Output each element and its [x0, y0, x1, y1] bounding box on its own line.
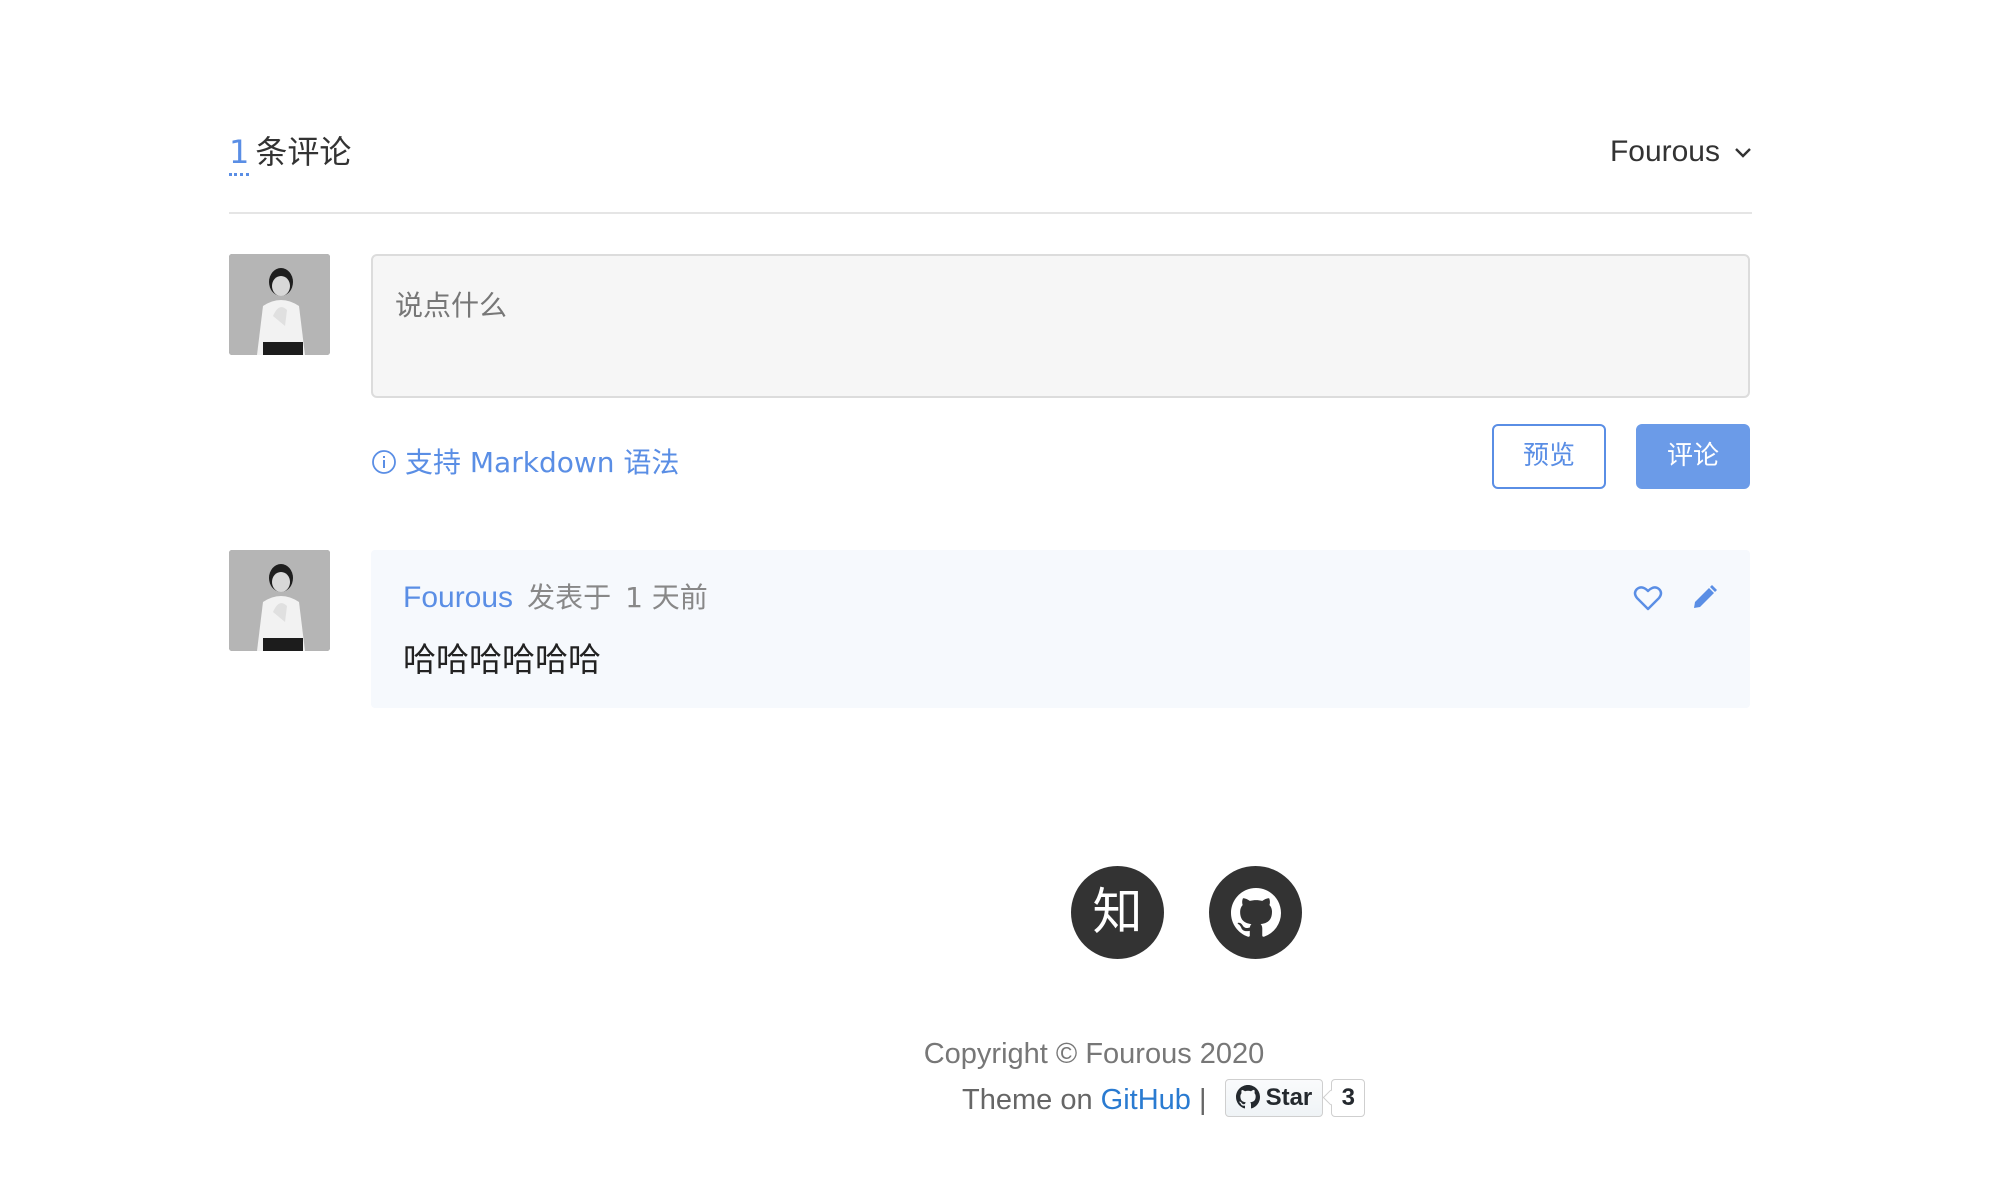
like-button[interactable] — [1633, 584, 1663, 616]
comment-textarea[interactable] — [373, 256, 1748, 396]
github-icon — [1235, 1085, 1260, 1109]
avatar-image — [229, 254, 330, 355]
submit-comment-button[interactable]: 评论 — [1636, 424, 1750, 489]
github-star-count[interactable]: 3 — [1331, 1079, 1366, 1118]
heart-icon — [1633, 586, 1663, 611]
footer-copyright: Copyright © Fourous 2020 — [923, 1038, 1265, 1070]
comment-item: Fourous 发表于 1 天前 哈哈哈哈哈哈 — [371, 550, 1750, 708]
theme-github-link[interactable]: GitHub — [1101, 1084, 1191, 1116]
edit-button[interactable] — [1690, 584, 1718, 616]
github-link[interactable] — [1209, 866, 1302, 959]
comment-count: 1 条评论 — [229, 128, 351, 176]
theme-prefix: Theme on — [962, 1084, 1093, 1116]
comment-time: 1 天前 — [625, 581, 708, 614]
zhihu-link[interactable]: 知 — [1071, 866, 1164, 959]
zhihu-icon: 知 — [1092, 883, 1143, 941]
info-icon — [372, 450, 396, 474]
footer-separator: | — [1198, 1084, 1207, 1116]
comment-meta: Fourous 发表于 1 天前 — [403, 578, 708, 618]
user-name: Fourous — [1609, 135, 1720, 168]
github-icon — [1230, 888, 1281, 937]
comment-count-label: 条评论 — [255, 133, 352, 171]
star-label: Star — [1265, 1084, 1313, 1112]
comment-author[interactable]: Fourous — [403, 581, 513, 614]
comment-author-avatar — [229, 550, 330, 651]
user-menu[interactable]: Fourous — [1610, 128, 1752, 176]
current-user-avatar — [229, 254, 330, 355]
chevron-down-icon — [1735, 148, 1751, 158]
comment-editor[interactable] — [371, 254, 1750, 398]
markdown-tip-link[interactable]: 支持 Markdown 语法 — [371, 441, 679, 485]
markdown-tip-label: 支持 Markdown 语法 — [405, 446, 680, 479]
preview-button[interactable]: 预览 — [1492, 424, 1606, 489]
avatar-image — [229, 550, 330, 651]
comments-header: 1 条评论 Fourous — [229, 128, 1752, 214]
comment-count-number[interactable]: 1 — [229, 133, 250, 176]
comment-body: 哈哈哈哈哈哈 — [403, 640, 601, 679]
footer-theme: Theme on GitHub | Star 3 — [962, 1079, 1366, 1121]
comment-actions — [1611, 584, 1718, 616]
pencil-icon — [1694, 585, 1717, 608]
comment-published-prefix: 发表于 — [527, 581, 612, 614]
github-star-button[interactable]: Star — [1224, 1079, 1324, 1118]
